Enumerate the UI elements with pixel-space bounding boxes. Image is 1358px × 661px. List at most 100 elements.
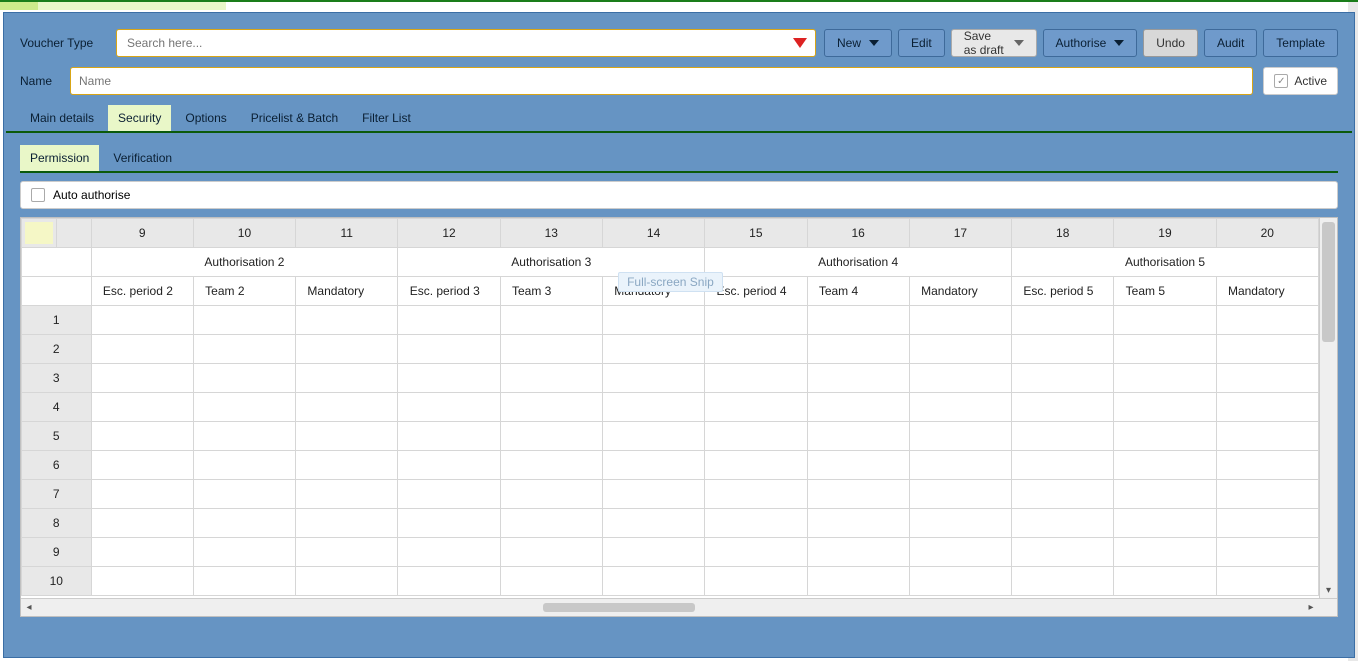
grid-cell[interactable]	[91, 480, 193, 509]
column-sub-header[interactable]: Mandatory	[602, 277, 704, 306]
grid-cell[interactable]	[1114, 306, 1216, 335]
subtab-permission[interactable]: Permission	[20, 145, 99, 171]
grid-cell[interactable]	[296, 335, 398, 364]
grid-cell[interactable]	[500, 335, 602, 364]
tab-options[interactable]: Options	[175, 105, 236, 131]
grid-cell[interactable]	[91, 451, 193, 480]
grid-cell[interactable]	[1216, 335, 1318, 364]
grid-cell[interactable]	[807, 393, 909, 422]
grid-cell[interactable]	[91, 567, 193, 596]
column-sub-header[interactable]: Mandatory	[296, 277, 398, 306]
grid-cell[interactable]	[1012, 393, 1114, 422]
grid-cell[interactable]	[500, 393, 602, 422]
column-number-header[interactable]: 14	[602, 219, 704, 248]
grid-cell[interactable]	[500, 480, 602, 509]
grid-cell[interactable]	[807, 538, 909, 567]
column-group-header[interactable]: Authorisation 5	[1012, 248, 1319, 277]
grid-cell[interactable]	[500, 422, 602, 451]
row-number[interactable]: 5	[22, 422, 92, 451]
grid-cell[interactable]	[193, 306, 295, 335]
grid-cell[interactable]	[909, 364, 1011, 393]
grid-cell[interactable]	[1012, 364, 1114, 393]
column-sub-header[interactable]: Team 3	[500, 277, 602, 306]
grid-cell[interactable]	[398, 393, 500, 422]
row-number[interactable]: 8	[22, 509, 92, 538]
grid-cell[interactable]	[91, 306, 193, 335]
grid-cell[interactable]	[705, 480, 807, 509]
subtab-verification[interactable]: Verification	[103, 145, 182, 171]
grid-cell[interactable]	[705, 538, 807, 567]
grid-cell[interactable]	[1012, 538, 1114, 567]
column-sub-header[interactable]: Mandatory	[1216, 277, 1318, 306]
grid-cell[interactable]	[705, 422, 807, 451]
grid-cell[interactable]	[296, 509, 398, 538]
column-number-header[interactable]: 16	[807, 219, 909, 248]
column-sub-header[interactable]: Team 4	[807, 277, 909, 306]
tab-filter-list[interactable]: Filter List	[352, 105, 421, 131]
authorise-button[interactable]: Authorise	[1043, 29, 1138, 57]
grid-cell[interactable]	[705, 335, 807, 364]
column-number-header[interactable]: 9	[91, 219, 193, 248]
name-input[interactable]	[70, 67, 1253, 95]
grid-cell[interactable]	[909, 451, 1011, 480]
grid-cell[interactable]	[1216, 422, 1318, 451]
grid-cell[interactable]	[602, 364, 704, 393]
row-number[interactable]: 4	[22, 393, 92, 422]
save-draft-button[interactable]: Save as draft	[951, 29, 1037, 57]
grid-cell[interactable]	[909, 393, 1011, 422]
row-number[interactable]: 6	[22, 451, 92, 480]
grid-cell[interactable]	[193, 393, 295, 422]
row-number[interactable]: 9	[22, 538, 92, 567]
grid-cell[interactable]	[296, 538, 398, 567]
column-sub-header[interactable]: Esc. period 5	[1012, 277, 1114, 306]
column-sub-header[interactable]: Esc. period 3	[398, 277, 500, 306]
column-sub-header[interactable]: Team 2	[193, 277, 295, 306]
grid-cell[interactable]	[1216, 538, 1318, 567]
column-number-header[interactable]: 13	[500, 219, 602, 248]
grid-cell[interactable]	[807, 335, 909, 364]
voucher-type-input[interactable]	[125, 35, 793, 51]
grid-cell[interactable]	[705, 393, 807, 422]
column-number-header[interactable]: 10	[193, 219, 295, 248]
column-sub-header[interactable]: Esc. period 4	[705, 277, 807, 306]
grid-cell[interactable]	[705, 364, 807, 393]
audit-button[interactable]: Audit	[1204, 29, 1257, 57]
grid-cell[interactable]	[193, 335, 295, 364]
row-number[interactable]: 3	[22, 364, 92, 393]
scroll-left-icon[interactable]: ◂	[21, 599, 37, 616]
column-group-header[interactable]: Authorisation 3	[398, 248, 705, 277]
grid-cell[interactable]	[1216, 393, 1318, 422]
grid-cell[interactable]	[398, 480, 500, 509]
row-number[interactable]: 1	[22, 306, 92, 335]
column-number-header[interactable]: 20	[1216, 219, 1318, 248]
grid-cell[interactable]	[398, 422, 500, 451]
grid-cell[interactable]	[500, 306, 602, 335]
grid-cell[interactable]	[398, 364, 500, 393]
column-sub-header[interactable]: Team 5	[1114, 277, 1216, 306]
grid-cell[interactable]	[909, 480, 1011, 509]
grid-cell[interactable]	[807, 451, 909, 480]
grid-cell[interactable]	[398, 306, 500, 335]
column-number-header[interactable]: 12	[398, 219, 500, 248]
grid-cell[interactable]	[807, 364, 909, 393]
grid-cell[interactable]	[296, 306, 398, 335]
grid-cell[interactable]	[1216, 509, 1318, 538]
grid-cell[interactable]	[398, 509, 500, 538]
grid-cell[interactable]	[909, 538, 1011, 567]
grid-cell[interactable]	[296, 393, 398, 422]
column-group-header[interactable]: Authorisation 4	[705, 248, 1012, 277]
grid-cell[interactable]	[1114, 335, 1216, 364]
grid-cell[interactable]	[193, 567, 295, 596]
grid-cell[interactable]	[296, 451, 398, 480]
grid-cell[interactable]	[1216, 480, 1318, 509]
voucher-type-search[interactable]	[116, 29, 816, 57]
edit-button[interactable]: Edit	[898, 29, 945, 57]
grid-cell[interactable]	[296, 480, 398, 509]
grid-cell[interactable]	[1012, 306, 1114, 335]
grid-cell[interactable]	[909, 422, 1011, 451]
vertical-scrollbar[interactable]: ▴ ▾	[1319, 218, 1337, 598]
grid-cell[interactable]	[602, 567, 704, 596]
template-button[interactable]: Template	[1263, 29, 1338, 57]
grid-cell[interactable]	[500, 451, 602, 480]
grid-cell[interactable]	[1216, 364, 1318, 393]
